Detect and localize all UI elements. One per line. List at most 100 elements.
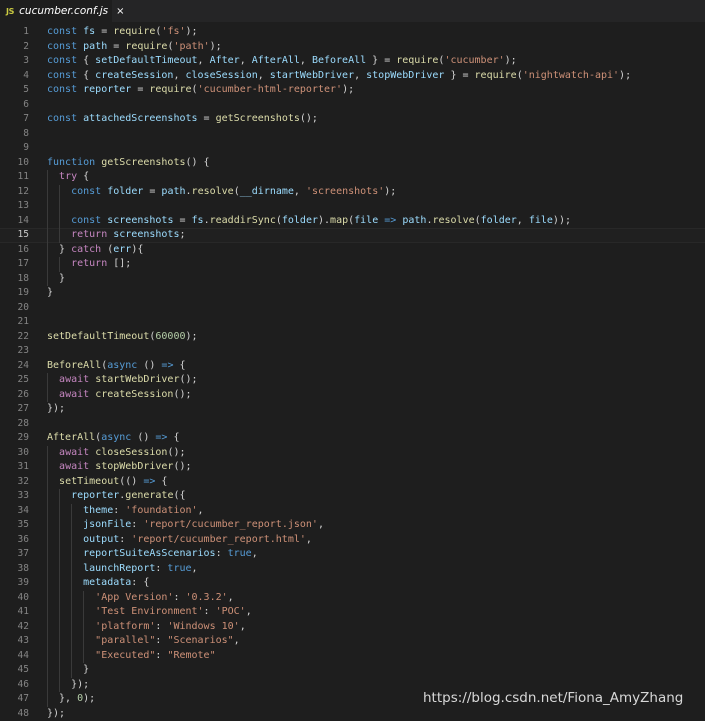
- code-token: );: [619, 69, 632, 81]
- code-token: getScreenshots: [215, 113, 300, 124]
- code-token: function: [47, 156, 96, 168]
- line-number: 8: [23, 127, 29, 139]
- code-token: closeSession: [185, 69, 258, 81]
- code-text: "Executed": "Remote": [47, 649, 216, 664]
- code-editor[interactable]: 1 const fs = require('fs'); 2 const path = …: [0, 22, 705, 721]
- code-line: 36 output: 'report/cucumber_report.html'…: [0, 533, 705, 548]
- code-token: setDefaultTimeout: [47, 330, 150, 342]
- close-icon[interactable]: ×: [116, 6, 124, 17]
- code-line: 26 await createSession();: [0, 388, 705, 403]
- code-token: ,: [197, 55, 210, 66]
- indent-guide: [83, 590, 84, 663]
- line-number: 45: [17, 664, 29, 675]
- code-token: 'cucumber': [444, 55, 505, 66]
- line-number: 23: [17, 345, 29, 356]
- code-text: 'platform': 'Windows 10',: [47, 620, 246, 635]
- code-token: generate: [125, 490, 174, 501]
- code-text: await startWebDriver();: [47, 373, 198, 388]
- code-token: =: [197, 113, 216, 124]
- code-token: "Executed": [95, 649, 156, 661]
- code-token: 'foundation': [125, 504, 198, 516]
- code-line: 8: [0, 127, 705, 142]
- code-token: ();: [299, 113, 318, 124]
- code-token: jsonFile: [83, 519, 132, 530]
- line-number: 9: [23, 142, 29, 153]
- line-number: 41: [17, 606, 29, 617]
- indent-guide: [59, 184, 60, 243]
- code-token: map: [330, 214, 349, 226]
- code-token: );: [209, 40, 222, 52]
- code-token: ,: [354, 69, 367, 81]
- code-text: const reporter = require('cucumber-html-…: [47, 83, 354, 98]
- code-token: fs: [83, 26, 96, 37]
- code-token: BeforeAll: [47, 359, 102, 371]
- code-token: '0.3.2': [185, 591, 228, 603]
- code-text: try {: [47, 170, 89, 185]
- indent-guide: [59, 489, 60, 692]
- line-number: 4: [23, 69, 29, 81]
- code-token: :: [113, 504, 126, 516]
- code-token: launchReport: [83, 562, 156, 574]
- code-token: ));: [552, 214, 571, 226]
- code-token: "Scenarios": [167, 635, 234, 646]
- code-token: output: [83, 533, 120, 545]
- code-line: 35 jsonFile: 'report/cucumber_report.jso…: [0, 518, 705, 533]
- code-token: ,: [317, 519, 324, 530]
- code-token: getScreenshots: [101, 156, 186, 168]
- code-token: await: [59, 388, 90, 400]
- code-token: ;: [179, 229, 186, 240]
- code-token: );: [384, 185, 397, 197]
- code-token: "Remote": [167, 649, 216, 661]
- line-number: 27: [17, 403, 29, 414]
- code-token: :: [203, 606, 216, 617]
- code-text: const path = require('path');: [47, 40, 222, 55]
- line-number: 38: [17, 562, 29, 574]
- code-line: 33 reporter.generate({: [0, 489, 705, 504]
- code-token: ,: [239, 55, 252, 66]
- code-token: AfterAll: [251, 55, 300, 66]
- code-line: 23: [0, 344, 705, 359]
- code-token: require: [474, 69, 517, 81]
- code-token: ,: [227, 591, 234, 603]
- code-text: output: 'report/cucumber_report.html',: [47, 533, 312, 548]
- code-token: require: [113, 26, 156, 37]
- code-text: reportSuiteAsScenarios: true,: [47, 547, 258, 562]
- code-line: 41 'Test Environment': 'POC',: [0, 605, 705, 620]
- code-token: =>: [155, 432, 168, 443]
- code-line: 21: [0, 315, 705, 330]
- code-text: }, 0);: [47, 692, 95, 707]
- code-token: ,: [299, 55, 312, 66]
- code-token: );: [83, 693, 96, 704]
- code-text: launchReport: true,: [47, 562, 197, 577]
- line-number: 24: [17, 359, 29, 371]
- line-number: 47: [17, 693, 29, 704]
- code-token: resolve: [191, 185, 234, 197]
- code-token: [];: [107, 258, 132, 269]
- code-token: const: [71, 185, 102, 197]
- code-text: await stopWebDriver();: [47, 460, 191, 475]
- code-token: BeforeAll: [311, 55, 367, 66]
- code-line: 10 function getScreenshots() {: [0, 156, 705, 171]
- code-token: return: [71, 258, 108, 269]
- code-token: :: [155, 620, 168, 632]
- code-token: __dirname: [239, 185, 294, 197]
- code-text: await createSession();: [47, 388, 191, 403]
- code-token: {: [77, 171, 90, 182]
- code-line: 43 "parallel": "Scenarios",: [0, 634, 705, 649]
- code-token: folder: [480, 214, 517, 226]
- code-token: await: [59, 446, 90, 458]
- code-token: "parallel": [95, 635, 156, 646]
- line-number: 46: [17, 678, 29, 690]
- code-token: 'POC': [215, 606, 246, 617]
- code-line: 5 const reporter = require('cucumber-html…: [0, 83, 705, 98]
- line-number: 30: [17, 446, 29, 458]
- code-line: 17 return [];: [0, 257, 705, 272]
- line-number: 29: [17, 432, 29, 443]
- line-number: 1: [23, 26, 29, 37]
- code-token: }: [47, 287, 54, 298]
- tab-cucumber-conf[interactable]: JS cucumber.conf.js ×: [0, 0, 125, 22]
